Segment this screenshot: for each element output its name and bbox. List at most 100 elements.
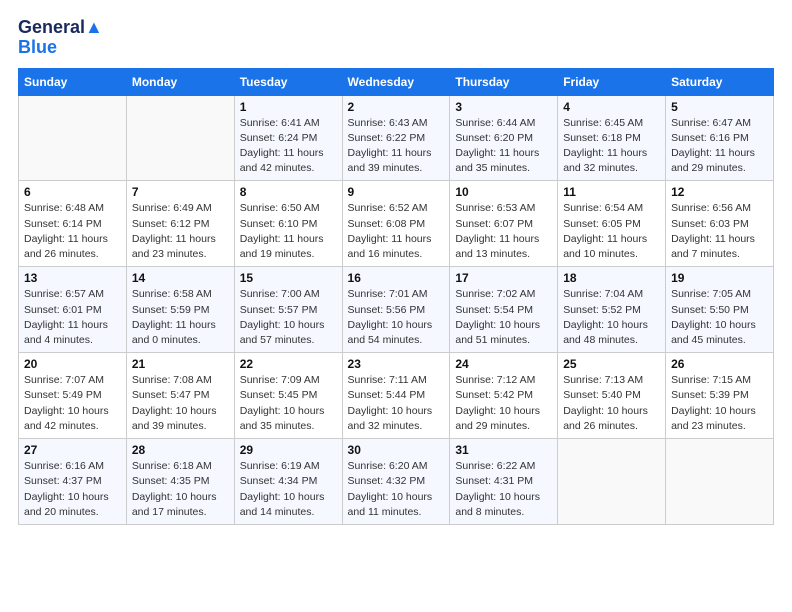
- day-info: Sunrise: 6:56 AM Sunset: 6:03 PM Dayligh…: [671, 201, 768, 262]
- day-number: 16: [348, 271, 445, 285]
- calendar-week-row: 20 Sunrise: 7:07 AM Sunset: 5:49 PM Dayli…: [19, 353, 774, 439]
- day-info: Sunrise: 6:43 AM Sunset: 6:22 PM Dayligh…: [348, 116, 445, 177]
- day-info: Sunrise: 7:11 AM Sunset: 5:44 PM Dayligh…: [348, 373, 445, 434]
- day-number: 21: [132, 357, 229, 371]
- calendar-cell: 22 Sunrise: 7:09 AM Sunset: 5:45 PM Dayli…: [234, 353, 342, 439]
- day-info: Sunrise: 6:45 AM Sunset: 6:18 PM Dayligh…: [563, 116, 660, 177]
- day-number: 31: [455, 443, 552, 457]
- calendar-table: SundayMondayTuesdayWednesdayThursdayFrid…: [18, 68, 774, 525]
- calendar-cell: 10 Sunrise: 6:53 AM Sunset: 6:07 PM Dayli…: [450, 181, 558, 267]
- day-number: 23: [348, 357, 445, 371]
- day-info: Sunrise: 6:16 AM Sunset: 4:37 PM Dayligh…: [24, 459, 121, 520]
- day-number: 11: [563, 185, 660, 199]
- calendar-cell: 17 Sunrise: 7:02 AM Sunset: 5:54 PM Dayli…: [450, 267, 558, 353]
- calendar-week-row: 27 Sunrise: 6:16 AM Sunset: 4:37 PM Dayli…: [19, 439, 774, 525]
- day-number: 5: [671, 100, 768, 114]
- calendar-cell: 27 Sunrise: 6:16 AM Sunset: 4:37 PM Dayli…: [19, 439, 127, 525]
- calendar-cell: [558, 439, 666, 525]
- calendar-cell: 23 Sunrise: 7:11 AM Sunset: 5:44 PM Dayli…: [342, 353, 450, 439]
- day-number: 28: [132, 443, 229, 457]
- day-info: Sunrise: 6:53 AM Sunset: 6:07 PM Dayligh…: [455, 201, 552, 262]
- day-number: 18: [563, 271, 660, 285]
- day-info: Sunrise: 6:54 AM Sunset: 6:05 PM Dayligh…: [563, 201, 660, 262]
- calendar-cell: 26Sunrise: 7:15 AM Sunset: 5:39 PM Dayli…: [666, 353, 774, 439]
- day-number: 25: [563, 357, 660, 371]
- calendar-week-row: 6 Sunrise: 6:48 AM Sunset: 6:14 PM Daylig…: [19, 181, 774, 267]
- day-info: Sunrise: 7:01 AM Sunset: 5:56 PM Dayligh…: [348, 287, 445, 348]
- day-info: Sunrise: 7:04 AM Sunset: 5:52 PM Dayligh…: [563, 287, 660, 348]
- day-number: 2: [348, 100, 445, 114]
- calendar-cell: 16 Sunrise: 7:01 AM Sunset: 5:56 PM Dayli…: [342, 267, 450, 353]
- calendar-cell: 6 Sunrise: 6:48 AM Sunset: 6:14 PM Daylig…: [19, 181, 127, 267]
- day-number: 1: [240, 100, 337, 114]
- calendar-cell: 20 Sunrise: 7:07 AM Sunset: 5:49 PM Dayli…: [19, 353, 127, 439]
- day-number: 14: [132, 271, 229, 285]
- page-header: General▲ Blue: [18, 18, 774, 58]
- calendar-cell: 7 Sunrise: 6:49 AM Sunset: 6:12 PM Daylig…: [126, 181, 234, 267]
- col-header-wednesday: Wednesday: [342, 68, 450, 95]
- col-header-sunday: Sunday: [19, 68, 127, 95]
- day-info: Sunrise: 6:20 AM Sunset: 4:32 PM Dayligh…: [348, 459, 445, 520]
- calendar-cell: 12Sunrise: 6:56 AM Sunset: 6:03 PM Dayli…: [666, 181, 774, 267]
- day-info: Sunrise: 6:58 AM Sunset: 5:59 PM Dayligh…: [132, 287, 229, 348]
- calendar-cell: 29 Sunrise: 6:19 AM Sunset: 4:34 PM Dayli…: [234, 439, 342, 525]
- day-number: 22: [240, 357, 337, 371]
- calendar-cell: 1 Sunrise: 6:41 AM Sunset: 6:24 PM Daylig…: [234, 95, 342, 181]
- day-info: Sunrise: 6:18 AM Sunset: 4:35 PM Dayligh…: [132, 459, 229, 520]
- day-info: Sunrise: 7:02 AM Sunset: 5:54 PM Dayligh…: [455, 287, 552, 348]
- calendar-cell: 3 Sunrise: 6:44 AM Sunset: 6:20 PM Daylig…: [450, 95, 558, 181]
- col-header-saturday: Saturday: [666, 68, 774, 95]
- day-number: 20: [24, 357, 121, 371]
- day-info: Sunrise: 6:57 AM Sunset: 6:01 PM Dayligh…: [24, 287, 121, 348]
- day-number: 29: [240, 443, 337, 457]
- calendar-cell: 2 Sunrise: 6:43 AM Sunset: 6:22 PM Daylig…: [342, 95, 450, 181]
- day-info: Sunrise: 7:07 AM Sunset: 5:49 PM Dayligh…: [24, 373, 121, 434]
- col-header-thursday: Thursday: [450, 68, 558, 95]
- calendar-cell: 30Sunrise: 6:20 AM Sunset: 4:32 PM Dayli…: [342, 439, 450, 525]
- day-info: Sunrise: 6:47 AM Sunset: 6:16 PM Dayligh…: [671, 116, 768, 177]
- day-number: 9: [348, 185, 445, 199]
- calendar-cell: 11 Sunrise: 6:54 AM Sunset: 6:05 PM Dayli…: [558, 181, 666, 267]
- calendar-week-row: 13 Sunrise: 6:57 AM Sunset: 6:01 PM Dayli…: [19, 267, 774, 353]
- day-number: 6: [24, 185, 121, 199]
- day-number: 13: [24, 271, 121, 285]
- logo: General▲ Blue: [18, 18, 103, 58]
- day-info: Sunrise: 6:19 AM Sunset: 4:34 PM Dayligh…: [240, 459, 337, 520]
- calendar-cell: 15 Sunrise: 7:00 AM Sunset: 5:57 PM Dayli…: [234, 267, 342, 353]
- calendar-cell: 18 Sunrise: 7:04 AM Sunset: 5:52 PM Dayli…: [558, 267, 666, 353]
- day-info: Sunrise: 6:22 AM Sunset: 4:31 PM Dayligh…: [455, 459, 552, 520]
- day-number: 15: [240, 271, 337, 285]
- calendar-cell: 8 Sunrise: 6:50 AM Sunset: 6:10 PM Daylig…: [234, 181, 342, 267]
- day-info: Sunrise: 6:50 AM Sunset: 6:10 PM Dayligh…: [240, 201, 337, 262]
- calendar-cell: 14 Sunrise: 6:58 AM Sunset: 5:59 PM Dayli…: [126, 267, 234, 353]
- day-number: 10: [455, 185, 552, 199]
- col-header-tuesday: Tuesday: [234, 68, 342, 95]
- day-info: Sunrise: 6:49 AM Sunset: 6:12 PM Dayligh…: [132, 201, 229, 262]
- day-number: 8: [240, 185, 337, 199]
- calendar-cell: 31 Sunrise: 6:22 AM Sunset: 4:31 PM Dayli…: [450, 439, 558, 525]
- day-number: 4: [563, 100, 660, 114]
- calendar-cell: 28 Sunrise: 6:18 AM Sunset: 4:35 PM Dayli…: [126, 439, 234, 525]
- day-number: 27: [24, 443, 121, 457]
- day-number: 3: [455, 100, 552, 114]
- calendar-cell: [126, 95, 234, 181]
- calendar-cell: 25 Sunrise: 7:13 AM Sunset: 5:40 PM Dayli…: [558, 353, 666, 439]
- calendar-cell: 13 Sunrise: 6:57 AM Sunset: 6:01 PM Dayli…: [19, 267, 127, 353]
- calendar-cell: 9Sunrise: 6:52 AM Sunset: 6:08 PM Daylig…: [342, 181, 450, 267]
- day-info: Sunrise: 7:00 AM Sunset: 5:57 PM Dayligh…: [240, 287, 337, 348]
- day-number: 24: [455, 357, 552, 371]
- calendar-cell: 5 Sunrise: 6:47 AM Sunset: 6:16 PM Daylig…: [666, 95, 774, 181]
- col-header-friday: Friday: [558, 68, 666, 95]
- day-number: 17: [455, 271, 552, 285]
- day-info: Sunrise: 6:41 AM Sunset: 6:24 PM Dayligh…: [240, 116, 337, 177]
- calendar-cell: 21Sunrise: 7:08 AM Sunset: 5:47 PM Dayli…: [126, 353, 234, 439]
- calendar-cell: [19, 95, 127, 181]
- day-info: Sunrise: 6:44 AM Sunset: 6:20 PM Dayligh…: [455, 116, 552, 177]
- calendar-cell: 19Sunrise: 7:05 AM Sunset: 5:50 PM Dayli…: [666, 267, 774, 353]
- day-info: Sunrise: 7:13 AM Sunset: 5:40 PM Dayligh…: [563, 373, 660, 434]
- col-header-monday: Monday: [126, 68, 234, 95]
- day-info: Sunrise: 6:48 AM Sunset: 6:14 PM Dayligh…: [24, 201, 121, 262]
- day-number: 7: [132, 185, 229, 199]
- calendar-cell: 24Sunrise: 7:12 AM Sunset: 5:42 PM Dayli…: [450, 353, 558, 439]
- day-info: Sunrise: 7:09 AM Sunset: 5:45 PM Dayligh…: [240, 373, 337, 434]
